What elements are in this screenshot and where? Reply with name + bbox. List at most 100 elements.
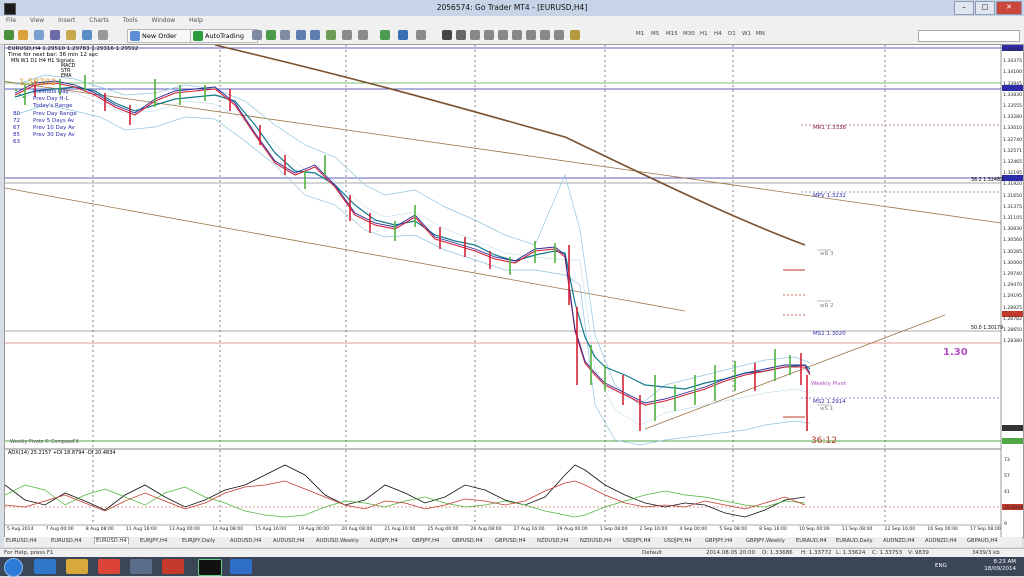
- office-icon[interactable]: [162, 559, 184, 574]
- chart-tab[interactable]: GBPUSD,H4: [495, 538, 526, 544]
- timeframe-m15[interactable]: M15: [666, 31, 678, 37]
- chart-tab[interactable]: GBPJPY,H4: [412, 538, 439, 544]
- start-button[interactable]: [4, 558, 23, 577]
- profiles-icon[interactable]: [18, 30, 28, 40]
- minimize-button[interactable]: –: [954, 1, 974, 15]
- chart-tab[interactable]: EURJPY,H4: [140, 538, 167, 544]
- maximize-button[interactable]: □: [975, 1, 995, 15]
- chart-tab[interactable]: GBPAUD,H4: [967, 538, 998, 544]
- price-chart[interactable]: [5, 45, 1023, 537]
- app-icon-2[interactable]: [230, 559, 252, 574]
- chart-shift-icon[interactable]: [342, 30, 352, 40]
- pivots-credit: Weekly Pivots © CompassFX: [10, 440, 79, 445]
- chart-tab[interactable]: EURAUD,Daily: [836, 538, 873, 544]
- timeframe-h1[interactable]: H1: [700, 31, 708, 37]
- label-icon[interactable]: [554, 30, 564, 40]
- chart-tab[interactable]: AUDUSD,H4: [273, 538, 304, 544]
- help-hint: For Help, press F1: [4, 550, 54, 556]
- chart-tab[interactable]: USDJPY,H4: [623, 538, 651, 544]
- timeframe-m1[interactable]: M1: [636, 31, 644, 37]
- tile-windows-icon[interactable]: [326, 30, 336, 40]
- adx-indicator: [5, 464, 1001, 518]
- new-order-button[interactable]: New Order: [127, 29, 191, 43]
- fibonacci-icon[interactable]: [526, 30, 536, 40]
- timeframe-w1[interactable]: W1: [742, 31, 751, 37]
- close-button[interactable]: ✕: [996, 1, 1022, 15]
- chrome-icon[interactable]: [98, 559, 120, 574]
- market-watch-icon[interactable]: [34, 30, 44, 40]
- app-icon[interactable]: [130, 559, 152, 574]
- chart-tab[interactable]: EURUSD,H4: [51, 538, 82, 544]
- chart-tab[interactable]: AUDNZD,H4: [883, 538, 915, 544]
- menu-window[interactable]: Window: [146, 16, 182, 25]
- timeframe-d1[interactable]: D1: [728, 31, 736, 37]
- periods-icon[interactable]: [398, 30, 408, 40]
- zoom-in-icon[interactable]: [296, 30, 306, 40]
- vertical-line-icon[interactable]: [470, 30, 480, 40]
- chart-tab[interactable]: AUDNZD,H4: [925, 538, 957, 544]
- trendline-icon[interactable]: [498, 30, 508, 40]
- fib-500-label: 50.0 1.30179: [971, 326, 1004, 331]
- ie-icon[interactable]: [34, 559, 56, 574]
- menu-help[interactable]: Help: [183, 16, 209, 25]
- chart-tab-active[interactable]: EURUSD,H4: [94, 537, 129, 544]
- zoom-out-icon[interactable]: [310, 30, 320, 40]
- strategy-tester-icon[interactable]: [98, 30, 108, 40]
- taskbar: ENG 8:23 AM 18/09/2014: [0, 557, 1024, 577]
- chart-tab[interactable]: EURUSD,H4: [6, 538, 37, 544]
- new-chart-icon[interactable]: [4, 30, 14, 40]
- horizontal-line-icon[interactable]: [484, 30, 494, 40]
- crosshair-icon[interactable]: [456, 30, 466, 40]
- menu-bar: File View Insert Charts Tools Window Hel…: [0, 16, 1024, 27]
- pivot-wr3-label: wR 3: [820, 251, 834, 257]
- terminal-icon[interactable]: [82, 30, 92, 40]
- chart-window[interactable]: EURUSD,H4 1.29510 1.29783 1.29316 1.2959…: [4, 44, 1024, 538]
- timeframe-m30[interactable]: M30: [683, 31, 695, 37]
- chart-tab[interactable]: NZDUSD,H4: [580, 538, 611, 544]
- explorer-icon[interactable]: [66, 559, 88, 574]
- fib-382-label: 38.2 1.32483: [971, 178, 1004, 183]
- channel-icon[interactable]: [512, 30, 522, 40]
- menu-file[interactable]: File: [0, 16, 22, 25]
- pivot-ms2-label: MS2 1.2914: [813, 399, 846, 405]
- bar-volume: V: 9839: [908, 550, 929, 556]
- chart-tab[interactable]: USDJPY,H4: [664, 538, 692, 544]
- candlestick-icon[interactable]: [266, 30, 276, 40]
- data-window-icon[interactable]: [50, 30, 60, 40]
- adx-header: ADX(14) 25.2157 +DI 18.8794 -DI 20.4834: [8, 450, 116, 456]
- chart-tab[interactable]: GBPJPY,H4: [705, 538, 732, 544]
- cursor-icon[interactable]: [442, 30, 452, 40]
- bar-chart-icon[interactable]: [252, 30, 262, 40]
- chart-tab[interactable]: GBPJPY,Weekly: [746, 538, 785, 544]
- chart-tab[interactable]: AUDUSD,H4: [230, 538, 261, 544]
- language-indicator[interactable]: ENG: [935, 563, 947, 569]
- chart-tab[interactable]: NZDUSD,H4: [537, 538, 568, 544]
- menu-tools[interactable]: Tools: [117, 16, 144, 25]
- system-clock[interactable]: 8:23 AM 18/09/2014: [984, 559, 1016, 573]
- chart-tab[interactable]: EURAUD,H4: [796, 538, 827, 544]
- bar-open: O: 1.33686: [762, 550, 793, 556]
- arrows-icon[interactable]: [570, 30, 580, 40]
- autoscroll-icon[interactable]: [358, 30, 368, 40]
- text-icon[interactable]: [540, 30, 550, 40]
- indicators-icon[interactable]: [380, 30, 390, 40]
- mt4-taskbar-icon[interactable]: [198, 559, 222, 576]
- menu-view[interactable]: View: [24, 16, 50, 25]
- chart-tab[interactable]: AUDJPY,H4: [370, 538, 398, 544]
- menu-insert[interactable]: Insert: [52, 16, 81, 25]
- chart-tab[interactable]: EURJPY,Daily: [182, 538, 215, 544]
- line-chart-icon[interactable]: [280, 30, 290, 40]
- timeframe-m5[interactable]: M5: [651, 31, 659, 37]
- profile-name: Default: [642, 550, 663, 556]
- timeframe-h4[interactable]: H4: [714, 31, 722, 37]
- bar-low: L: 1.33624: [836, 550, 866, 556]
- templates-icon[interactable]: [416, 30, 426, 40]
- search-input[interactable]: [918, 30, 1020, 42]
- key-level-label: 1.30: [943, 347, 968, 358]
- timeframe-mn[interactable]: MN: [756, 31, 765, 37]
- autotrading-button[interactable]: AutoTrading: [190, 29, 258, 43]
- chart-tab[interactable]: AUDUSD,Weekly: [316, 538, 359, 544]
- navigator-icon[interactable]: [66, 30, 76, 40]
- chart-tab[interactable]: GBPUSD,H4: [452, 538, 483, 544]
- menu-charts[interactable]: Charts: [83, 16, 115, 25]
